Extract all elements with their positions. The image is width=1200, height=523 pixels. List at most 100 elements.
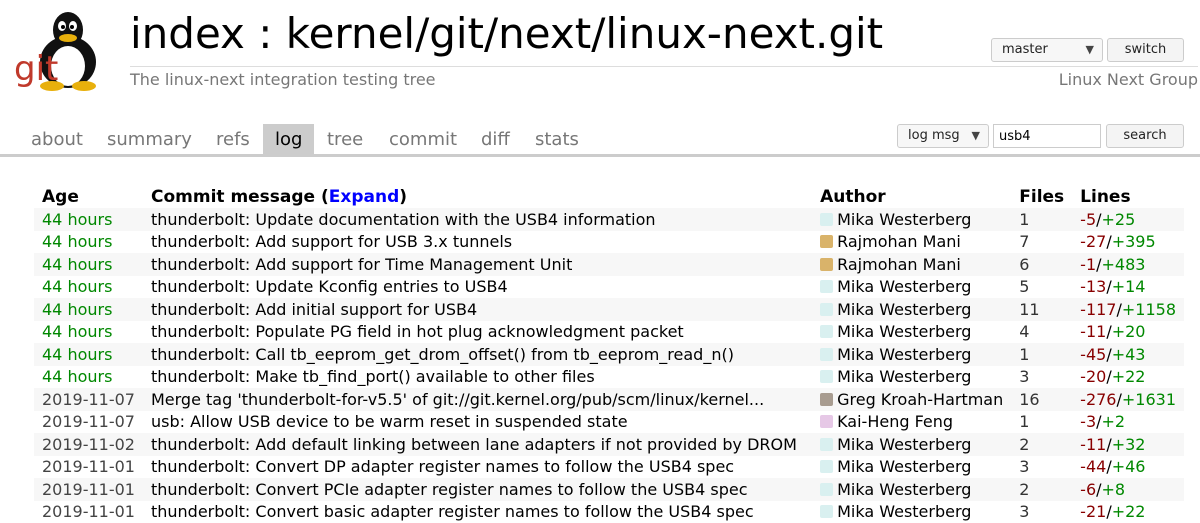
commit-lines-changed: -45/+43 [1072, 343, 1184, 366]
search-button[interactable]: search [1106, 124, 1184, 148]
table-header-row: Age Commit message (Expand) Author Files… [34, 185, 1184, 208]
tab-about[interactable]: about [31, 124, 83, 154]
commit-age: 2019-11-01 [34, 456, 143, 479]
search-input[interactable] [993, 124, 1101, 148]
commit-age: 2019-11-02 [34, 433, 143, 456]
lines-added: +1158 [1122, 300, 1176, 319]
tab-summary[interactable]: summary [107, 124, 192, 154]
chevron-down-icon: ▼ [1086, 43, 1094, 56]
commit-author-name: Mika Westerberg [837, 322, 971, 341]
table-row[interactable]: 44 hoursthunderbolt: Call tb_eeprom_get_… [34, 343, 1184, 366]
column-header-message-label: Commit message ( [151, 187, 329, 207]
tab-tree[interactable]: tree [327, 124, 363, 154]
table-row[interactable]: 44 hoursthunderbolt: Add support for Tim… [34, 253, 1184, 276]
git-logo[interactable]: git [12, 6, 108, 92]
commit-message-link[interactable]: thunderbolt: Make tb_find_port() availab… [143, 366, 812, 389]
commit-message-link[interactable]: thunderbolt: Update documentation with t… [143, 208, 812, 231]
table-row[interactable]: 2019-11-07Merge tag 'thunderbolt-for-v5.… [34, 388, 1184, 411]
expand-link[interactable]: Expand [329, 187, 400, 207]
commit-lines-changed: -11/+20 [1072, 321, 1184, 344]
commit-lines-changed: -5/+25 [1072, 208, 1184, 231]
table-row[interactable]: 2019-11-02thunderbolt: Add default linki… [34, 433, 1184, 456]
commit-author-name: Mika Westerberg [837, 480, 971, 499]
commit-message-link[interactable]: thunderbolt: Add support for USB 3.x tun… [143, 231, 812, 254]
avatar-icon [820, 370, 833, 383]
tab-diff[interactable]: diff [481, 124, 510, 154]
lines-deleted: -5 [1080, 210, 1096, 229]
table-row[interactable]: 44 hoursthunderbolt: Add support for USB… [34, 231, 1184, 254]
column-header-message-suffix: ) [399, 187, 407, 207]
tab-stats[interactable]: stats [535, 124, 579, 154]
lines-deleted: -27 [1080, 232, 1106, 251]
commit-message-link[interactable]: thunderbolt: Add initial support for USB… [143, 298, 812, 321]
table-row[interactable]: 44 hoursthunderbolt: Update Kconfig entr… [34, 276, 1184, 299]
switch-button[interactable]: switch [1107, 38, 1184, 62]
commit-files-count: 16 [1011, 388, 1072, 411]
commit-author: Mika Westerberg [812, 343, 1011, 366]
commit-author-name: Mika Westerberg [837, 210, 971, 229]
lines-deleted: -44 [1080, 457, 1106, 476]
column-header-author: Author [812, 185, 1011, 208]
commit-files-count: 4 [1011, 321, 1072, 344]
commit-message-link[interactable]: thunderbolt: Add default linking between… [143, 433, 812, 456]
commit-files-count: 1 [1011, 411, 1072, 434]
commit-age: 2019-11-07 [34, 411, 143, 434]
page-title: index : kernel/git/next/linux-next.git [130, 6, 883, 62]
commit-files-count: 11 [1011, 298, 1072, 321]
commit-lines-changed: -11/+32 [1072, 433, 1184, 456]
commit-message-link[interactable]: thunderbolt: Convert PCIe adapter regist… [143, 478, 812, 501]
avatar-icon [820, 280, 833, 293]
table-row[interactable]: 2019-11-01thunderbolt: Convert basic ada… [34, 501, 1184, 523]
commit-message-link[interactable]: thunderbolt: Convert DP adapter register… [143, 456, 812, 479]
commit-files-count: 3 [1011, 366, 1072, 389]
tab-log[interactable]: log [263, 124, 314, 154]
lines-deleted: -11 [1080, 435, 1106, 454]
lines-deleted: -21 [1080, 502, 1106, 521]
commit-author: Mika Westerberg [812, 456, 1011, 479]
table-row[interactable]: 2019-11-01thunderbolt: Convert PCIe adap… [34, 478, 1184, 501]
avatar-icon [820, 505, 833, 518]
lines-deleted: -6 [1080, 480, 1096, 499]
table-row[interactable]: 44 hoursthunderbolt: Update documentatio… [34, 208, 1184, 231]
commit-lines-changed: -20/+22 [1072, 366, 1184, 389]
table-row[interactable]: 2019-11-07usb: Allow USB device to be wa… [34, 411, 1184, 434]
table-row[interactable]: 2019-11-01thunderbolt: Convert DP adapte… [34, 456, 1184, 479]
commit-author-name: Mika Westerberg [837, 277, 971, 296]
commit-age: 44 hours [34, 321, 143, 344]
commit-message-link[interactable]: thunderbolt: Update Kconfig entries to U… [143, 276, 812, 299]
commit-age: 44 hours [34, 276, 143, 299]
commit-list: 44 hoursthunderbolt: Update documentatio… [34, 208, 1184, 523]
commit-message-link[interactable]: Merge tag 'thunderbolt-for-v5.5' of git:… [143, 388, 812, 411]
commit-message-link[interactable]: thunderbolt: Call tb_eeprom_get_drom_off… [143, 343, 812, 366]
commit-message-link[interactable]: thunderbolt: Add support for Time Manage… [143, 253, 812, 276]
avatar-icon [820, 258, 833, 271]
lines-added: +395 [1112, 232, 1156, 251]
commit-author-name: Mika Westerberg [837, 502, 971, 521]
svg-text:git: git [14, 49, 58, 89]
commit-message-link[interactable]: usb: Allow USB device to be warm reset i… [143, 411, 812, 434]
commit-lines-changed: -6/+8 [1072, 478, 1184, 501]
lines-added: +32 [1112, 435, 1146, 454]
commit-files-count: 2 [1011, 433, 1072, 456]
commit-lines-changed: -117/+1158 [1072, 298, 1184, 321]
commit-message-link[interactable]: thunderbolt: Populate PG field in hot pl… [143, 321, 812, 344]
column-header-message: Commit message (Expand) [143, 185, 812, 208]
table-row[interactable]: 44 hoursthunderbolt: Add initial support… [34, 298, 1184, 321]
commit-lines-changed: -1/+483 [1072, 253, 1184, 276]
commit-author: Mika Westerberg [812, 478, 1011, 501]
tab-refs[interactable]: refs [216, 124, 250, 154]
search-mode-select[interactable]: log msg ▼ [897, 124, 989, 148]
table-row[interactable]: 44 hoursthunderbolt: Make tb_find_port()… [34, 366, 1184, 389]
branch-select[interactable]: master ▼ [991, 38, 1103, 62]
commit-author: Mika Westerberg [812, 208, 1011, 231]
column-header-age[interactable]: Age [34, 185, 143, 208]
commit-lines-changed: -13/+14 [1072, 276, 1184, 299]
avatar-icon [820, 393, 833, 406]
commit-message-link[interactable]: thunderbolt: Convert basic adapter regis… [143, 501, 812, 523]
tab-commit[interactable]: commit [389, 124, 457, 154]
lines-added: +46 [1112, 457, 1146, 476]
avatar-icon [820, 325, 833, 338]
table-row[interactable]: 44 hoursthunderbolt: Populate PG field i… [34, 321, 1184, 344]
commit-author: Mika Westerberg [812, 366, 1011, 389]
commit-age: 44 hours [34, 231, 143, 254]
